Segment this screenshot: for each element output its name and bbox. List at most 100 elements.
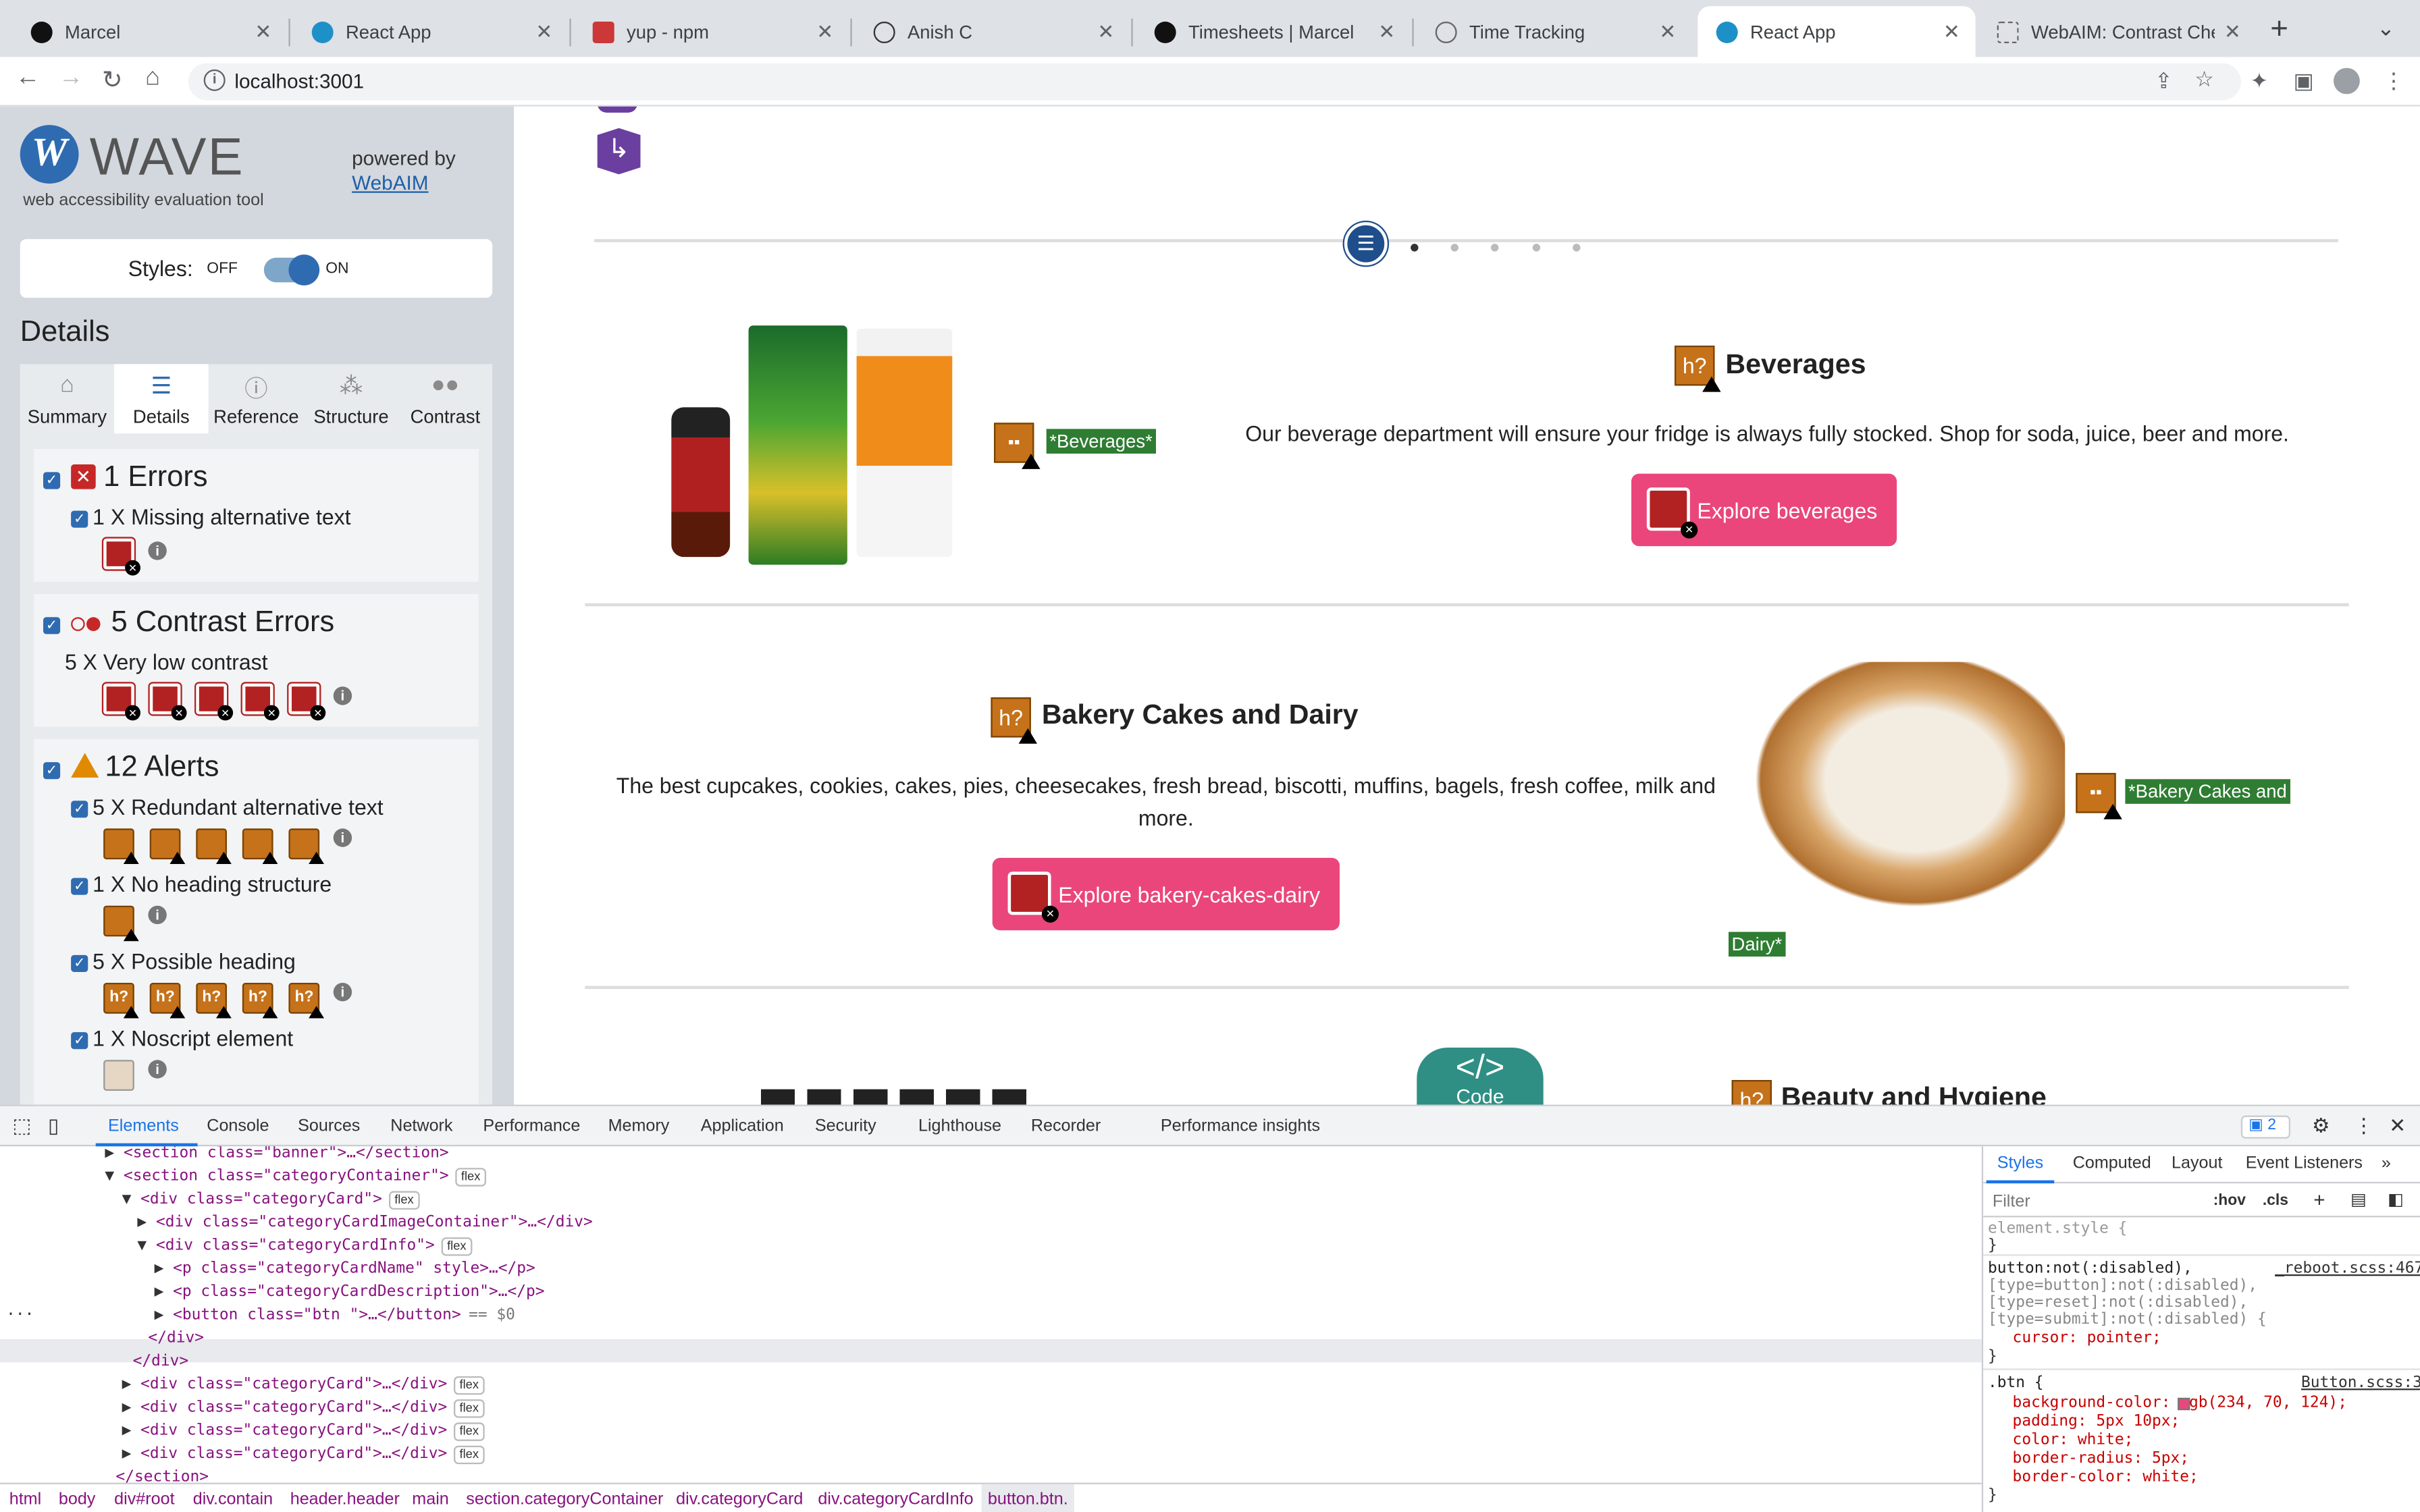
possible-heading-icon[interactable]: h? — [149, 982, 186, 1019]
dom-node[interactable]: ▼ <div class="categoryCard"> flex — [122, 1188, 420, 1211]
devtools-menu-icon[interactable]: ⋮ — [2354, 1114, 2374, 1139]
close-tab-icon[interactable]: ✕ — [1097, 20, 1114, 45]
carousel-dot[interactable] — [1532, 244, 1541, 252]
code-badge[interactable]: </> Code — [1417, 1047, 1544, 1105]
carousel-dot[interactable] — [1573, 244, 1581, 252]
redundant-alt-flag-icon[interactable]: ▪▪ — [993, 423, 1041, 469]
flex-badge[interactable]: flex — [388, 1191, 420, 1210]
close-tab-icon[interactable]: ✕ — [535, 20, 552, 45]
tab-structure[interactable]: ⁂ Structure — [304, 364, 398, 433]
browser-tab[interactable]: yup - npm ✕ — [574, 6, 849, 57]
possible-heading-flag-icon[interactable]: h? — [1674, 345, 1721, 392]
rule-source-link[interactable]: _reboot.scss:467 — [2275, 1260, 2420, 1277]
dom-node[interactable]: ▶ <div class="categoryCard">…</div> flex — [122, 1397, 485, 1420]
inspect-element-icon[interactable]: ⬚ — [12, 1114, 31, 1139]
close-tab-icon[interactable]: ✕ — [1943, 20, 1960, 45]
tab-sources[interactable]: Sources — [298, 1117, 360, 1135]
rule-declaration[interactable]: border-radius: 5px; — [2013, 1451, 2189, 1467]
close-tab-icon[interactable]: ✕ — [2224, 20, 2241, 45]
alert-checkbox[interactable]: ✓ — [71, 801, 88, 818]
contrast-error-icon[interactable] — [288, 683, 326, 721]
tab-performance[interactable]: Performance — [483, 1117, 580, 1135]
explore-bakery-button[interactable]: Explore bakery-cakes-dairy — [992, 857, 1340, 931]
tab-application[interactable]: Application — [701, 1117, 784, 1135]
tab-search-chevron-icon[interactable]: ⌄ — [2377, 16, 2395, 42]
carousel-dot[interactable] — [1411, 244, 1419, 252]
info-icon[interactable]: i — [148, 541, 167, 560]
list-structure-icon[interactable]: ☰ — [1344, 222, 1388, 266]
tab-lighthouse[interactable]: Lighthouse — [918, 1117, 1001, 1135]
breadcrumb-item[interactable]: main — [412, 1490, 448, 1509]
extensions-puzzle-icon[interactable]: ✦ — [2251, 68, 2269, 94]
alert-checkbox[interactable]: ✓ — [71, 954, 88, 972]
dom-node[interactable]: ▶ <div class="categoryCard">…</div> flex — [122, 1442, 485, 1465]
tab-event-listeners[interactable]: Event Listeners — [2246, 1154, 2363, 1172]
browser-tab[interactable]: Timesheets | Marcel ✕ — [1136, 6, 1411, 57]
more-tabs-chevron-icon[interactable]: » — [2382, 1154, 2391, 1172]
possible-heading-flag-icon[interactable]: h? — [1731, 1079, 1772, 1105]
info-icon[interactable]: i — [333, 686, 352, 705]
breadcrumb-item[interactable]: body — [59, 1490, 96, 1509]
dom-node[interactable]: ▶ <div class="categoryCard">…</div> flex — [122, 1420, 485, 1442]
tab-layout[interactable]: Layout — [2172, 1154, 2222, 1172]
possible-heading-icon[interactable]: h? — [196, 982, 232, 1019]
issues-badge[interactable]: ▣ 2 — [2240, 1115, 2290, 1139]
rule-source-link[interactable]: Button.scss:3 — [2301, 1375, 2420, 1392]
redundant-alt-icon[interactable] — [149, 828, 186, 864]
breadcrumb-item[interactable]: div.contain — [193, 1490, 273, 1509]
tab-reference[interactable]: ⓘ Reference — [209, 364, 305, 433]
carousel-dot[interactable] — [1490, 244, 1499, 252]
possible-heading-flag-icon[interactable]: h? — [991, 697, 1037, 744]
no-heading-icon[interactable] — [103, 905, 139, 942]
contrast-error-icon[interactable] — [242, 683, 280, 721]
paint-icon[interactable]: ▤ — [2350, 1189, 2367, 1210]
flex-badge[interactable]: flex — [440, 1237, 473, 1256]
dom-node[interactable]: ▼ <section class="categoryContainer"> fle… — [105, 1165, 487, 1188]
device-toolbar-icon[interactable]: ▯ — [48, 1114, 59, 1139]
flex-badge[interactable]: flex — [453, 1422, 485, 1441]
tab-console[interactable]: Console — [207, 1117, 269, 1135]
close-tab-icon[interactable]: ✕ — [255, 20, 271, 45]
possible-heading-icon[interactable]: h? — [103, 982, 139, 1019]
tab-summary[interactable]: ⌂ Summary — [20, 364, 114, 433]
new-tab-button[interactable]: + — [2270, 12, 2288, 48]
share-icon[interactable]: ⇪ — [2155, 68, 2173, 94]
tab-memory[interactable]: Memory — [608, 1117, 670, 1135]
errors-checkbox[interactable]: ✓ — [43, 472, 61, 489]
missing-alt-icon[interactable] — [103, 538, 140, 576]
add-rule-icon[interactable]: + — [2313, 1188, 2325, 1211]
tab-network[interactable]: Network — [390, 1117, 452, 1135]
browser-tab[interactable]: Marcel ✕ — [12, 6, 287, 57]
browser-tab[interactable]: React App ✕ — [293, 6, 568, 57]
info-icon[interactable]: i — [333, 828, 352, 847]
breadcrumb-item[interactable]: div.categoryCardInfo — [818, 1490, 973, 1509]
tab-performance-insights[interactable]: Performance insights — [1161, 1117, 1320, 1135]
bookmark-star-icon[interactable]: ☆ — [2194, 66, 2214, 92]
contrast-error-icon[interactable] — [149, 683, 187, 721]
filter-input[interactable]: Filter — [1993, 1193, 2030, 1211]
dom-node[interactable]: ▶ <section class="banner">…</section> — [105, 1146, 448, 1164]
info-icon[interactable]: i — [148, 905, 167, 925]
dom-node[interactable]: ▼ <div class="categoryCardInfo"> flex — [137, 1235, 473, 1258]
flex-badge[interactable]: flex — [453, 1376, 485, 1395]
info-icon[interactable]: i — [333, 982, 352, 1002]
rule-declaration[interactable]: border-color: white; — [2013, 1469, 2199, 1486]
cls-toggle[interactable]: .cls — [2263, 1193, 2288, 1210]
redundant-alt-icon[interactable] — [288, 828, 324, 864]
settings-gear-icon[interactable]: ⚙ — [2312, 1114, 2330, 1139]
noscript-icon[interactable] — [103, 1060, 134, 1091]
rule-declaration[interactable]: cursor: pointer; — [2013, 1330, 2161, 1347]
redundant-alt-icon[interactable] — [196, 828, 232, 864]
alerts-checkbox[interactable]: ✓ — [43, 762, 61, 780]
redundant-alt-flag-icon[interactable]: ▪▪ — [2076, 773, 2122, 819]
breadcrumb-item[interactable]: section.categoryContainer — [466, 1490, 663, 1509]
sidebar-toggle-icon[interactable]: ◧ — [2388, 1189, 2404, 1210]
back-arrow-icon[interactable]: ← — [16, 65, 41, 92]
tab-contrast[interactable]: ●● Contrast — [398, 364, 492, 433]
info-icon[interactable]: i — [148, 1060, 167, 1079]
login-arrow-icon[interactable]: ↳ — [597, 128, 641, 175]
address-bar[interactable]: i localhost:3001 ⇪ ☆ — [188, 63, 2241, 101]
dom-node-selected[interactable]: ▶ <button class="btn ">…</button> == $0 — [155, 1303, 515, 1326]
contrast-checkbox[interactable]: ✓ — [43, 617, 61, 634]
dom-node[interactable]: ▶ <p class="categoryCardName" style>…</p… — [155, 1258, 535, 1280]
